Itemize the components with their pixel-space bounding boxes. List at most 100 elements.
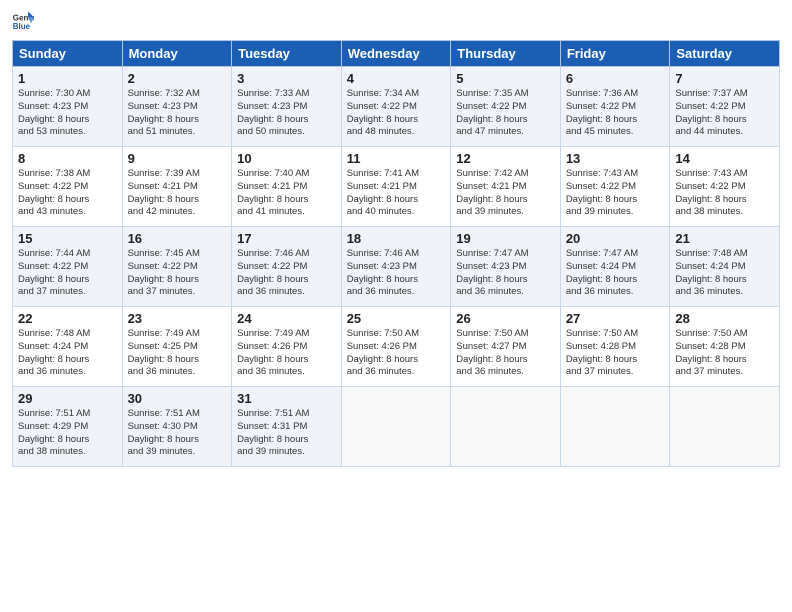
cell-data: Sunrise: 7:48 AM Sunset: 4:24 PM Dayligh… (18, 328, 117, 379)
cell-data: Sunrise: 7:36 AM Sunset: 4:22 PM Dayligh… (566, 88, 665, 139)
calendar-cell (451, 387, 561, 467)
day-number: 1 (18, 71, 117, 86)
day-number: 8 (18, 151, 117, 166)
calendar-table: SundayMondayTuesdayWednesdayThursdayFrid… (12, 40, 780, 467)
day-number: 14 (675, 151, 774, 166)
cell-data: Sunrise: 7:34 AM Sunset: 4:22 PM Dayligh… (347, 88, 446, 139)
calendar-cell: 9Sunrise: 7:39 AM Sunset: 4:21 PM Daylig… (122, 147, 232, 227)
col-header-sunday: Sunday (13, 41, 123, 67)
day-number: 5 (456, 71, 555, 86)
cell-data: Sunrise: 7:46 AM Sunset: 4:23 PM Dayligh… (347, 248, 446, 299)
col-header-tuesday: Tuesday (232, 41, 342, 67)
calendar-cell: 30 Sunrise: 7:51 AM Sunset: 4:30 PM Dayli… (122, 387, 232, 467)
calendar-cell: 26 Sunrise: 7:50 AM Sunset: 4:27 PM Dayli… (451, 307, 561, 387)
day-number: 7 (675, 71, 774, 86)
day-number: 26 (456, 311, 555, 326)
col-header-saturday: Saturday (670, 41, 780, 67)
cell-data: Sunrise: 7:50 AM Sunset: 4:26 PM Dayligh… (347, 328, 446, 379)
cell-data: Sunrise: 7:32 AM Sunset: 4:23 PM Dayligh… (128, 88, 227, 139)
calendar-cell: 20 Sunrise: 7:47 AM Sunset: 4:24 PM Dayli… (560, 227, 670, 307)
col-header-thursday: Thursday (451, 41, 561, 67)
calendar-cell: 17 Sunrise: 7:46 AM Sunset: 4:22 PM Dayli… (232, 227, 342, 307)
calendar-cell: 16 Sunrise: 7:45 AM Sunset: 4:22 PM Dayli… (122, 227, 232, 307)
calendar-cell: 29 Sunrise: 7:51 AM Sunset: 4:29 PM Dayli… (13, 387, 123, 467)
cell-data: Sunrise: 7:45 AM Sunset: 4:22 PM Dayligh… (128, 248, 227, 299)
cell-data: Sunrise: 7:50 AM Sunset: 4:28 PM Dayligh… (566, 328, 665, 379)
cell-data: Sunrise: 7:40 AM Sunset: 4:21 PM Dayligh… (237, 168, 336, 219)
calendar-cell (560, 387, 670, 467)
cell-data: Sunrise: 7:43 AM Sunset: 4:22 PM Dayligh… (675, 168, 774, 219)
calendar-cell: 4 Sunrise: 7:34 AM Sunset: 4:22 PM Daylig… (341, 67, 451, 147)
week-row-1: 1 Sunrise: 7:30 AM Sunset: 4:23 PM Daylig… (13, 67, 780, 147)
calendar-cell: 19 Sunrise: 7:47 AM Sunset: 4:23 PM Dayli… (451, 227, 561, 307)
week-row-5: 29 Sunrise: 7:51 AM Sunset: 4:29 PM Dayli… (13, 387, 780, 467)
calendar-cell: 2Sunrise: 7:32 AM Sunset: 4:23 PM Daylig… (122, 67, 232, 147)
day-number: 23 (128, 311, 227, 326)
calendar-cell: 7 Sunrise: 7:37 AM Sunset: 4:22 PM Daylig… (670, 67, 780, 147)
cell-data: Sunrise: 7:47 AM Sunset: 4:23 PM Dayligh… (456, 248, 555, 299)
day-number: 12 (456, 151, 555, 166)
day-number: 10 (237, 151, 336, 166)
cell-data: Sunrise: 7:50 AM Sunset: 4:28 PM Dayligh… (675, 328, 774, 379)
day-number: 27 (566, 311, 665, 326)
cell-data: Sunrise: 7:44 AM Sunset: 4:22 PM Dayligh… (18, 248, 117, 299)
week-row-4: 22 Sunrise: 7:48 AM Sunset: 4:24 PM Dayli… (13, 307, 780, 387)
day-number: 13 (566, 151, 665, 166)
day-number: 21 (675, 231, 774, 246)
calendar-cell: 5 Sunrise: 7:35 AM Sunset: 4:22 PM Daylig… (451, 67, 561, 147)
day-number: 11 (347, 151, 446, 166)
cell-data: Sunrise: 7:51 AM Sunset: 4:30 PM Dayligh… (128, 408, 227, 459)
day-number: 16 (128, 231, 227, 246)
day-number: 20 (566, 231, 665, 246)
calendar-cell: 8 Sunrise: 7:38 AM Sunset: 4:22 PM Daylig… (13, 147, 123, 227)
calendar-cell: 12 Sunrise: 7:42 AM Sunset: 4:21 PM Dayli… (451, 147, 561, 227)
calendar-cell: 24 Sunrise: 7:49 AM Sunset: 4:26 PM Dayli… (232, 307, 342, 387)
day-number: 31 (237, 391, 336, 406)
cell-data: Sunrise: 7:33 AM Sunset: 4:23 PM Dayligh… (237, 88, 336, 139)
cell-data: Sunrise: 7:48 AM Sunset: 4:24 PM Dayligh… (675, 248, 774, 299)
cell-data: Sunrise: 7:47 AM Sunset: 4:24 PM Dayligh… (566, 248, 665, 299)
calendar-cell: 21 Sunrise: 7:48 AM Sunset: 4:24 PM Dayli… (670, 227, 780, 307)
day-number: 28 (675, 311, 774, 326)
calendar-cell: 22 Sunrise: 7:48 AM Sunset: 4:24 PM Dayli… (13, 307, 123, 387)
week-row-3: 15Sunrise: 7:44 AM Sunset: 4:22 PM Dayli… (13, 227, 780, 307)
cell-data: Sunrise: 7:51 AM Sunset: 4:31 PM Dayligh… (237, 408, 336, 459)
calendar-cell (670, 387, 780, 467)
day-number: 3 (237, 71, 336, 86)
day-number: 19 (456, 231, 555, 246)
cell-data: Sunrise: 7:38 AM Sunset: 4:22 PM Dayligh… (18, 168, 117, 219)
calendar-cell: 13Sunrise: 7:43 AM Sunset: 4:22 PM Dayli… (560, 147, 670, 227)
day-number: 24 (237, 311, 336, 326)
cell-data: Sunrise: 7:49 AM Sunset: 4:26 PM Dayligh… (237, 328, 336, 379)
cell-data: Sunrise: 7:50 AM Sunset: 4:27 PM Dayligh… (456, 328, 555, 379)
cell-data: Sunrise: 7:49 AM Sunset: 4:25 PM Dayligh… (128, 328, 227, 379)
col-header-monday: Monday (122, 41, 232, 67)
cell-data: Sunrise: 7:30 AM Sunset: 4:23 PM Dayligh… (18, 88, 117, 139)
day-number: 29 (18, 391, 117, 406)
col-header-wednesday: Wednesday (341, 41, 451, 67)
calendar-cell: 18 Sunrise: 7:46 AM Sunset: 4:23 PM Dayli… (341, 227, 451, 307)
day-number: 4 (347, 71, 446, 86)
calendar-cell: 1 Sunrise: 7:30 AM Sunset: 4:23 PM Daylig… (13, 67, 123, 147)
calendar-cell: 3 Sunrise: 7:33 AM Sunset: 4:23 PM Daylig… (232, 67, 342, 147)
calendar-cell: 14 Sunrise: 7:43 AM Sunset: 4:22 PM Dayli… (670, 147, 780, 227)
svg-text:Blue: Blue (13, 22, 31, 31)
day-number: 25 (347, 311, 446, 326)
logo: General Blue (12, 10, 36, 32)
calendar-cell: 27 Sunrise: 7:50 AM Sunset: 4:28 PM Dayli… (560, 307, 670, 387)
cell-data: Sunrise: 7:51 AM Sunset: 4:29 PM Dayligh… (18, 408, 117, 459)
cell-data: Sunrise: 7:37 AM Sunset: 4:22 PM Dayligh… (675, 88, 774, 139)
cell-data: Sunrise: 7:35 AM Sunset: 4:22 PM Dayligh… (456, 88, 555, 139)
calendar-cell: 23 Sunrise: 7:49 AM Sunset: 4:25 PM Dayli… (122, 307, 232, 387)
calendar-cell: 28 Sunrise: 7:50 AM Sunset: 4:28 PM Dayli… (670, 307, 780, 387)
day-number: 17 (237, 231, 336, 246)
cell-data: Sunrise: 7:42 AM Sunset: 4:21 PM Dayligh… (456, 168, 555, 219)
day-number: 6 (566, 71, 665, 86)
col-header-friday: Friday (560, 41, 670, 67)
week-row-2: 8 Sunrise: 7:38 AM Sunset: 4:22 PM Daylig… (13, 147, 780, 227)
day-number: 22 (18, 311, 117, 326)
day-number: 18 (347, 231, 446, 246)
cell-data: Sunrise: 7:41 AM Sunset: 4:21 PM Dayligh… (347, 168, 446, 219)
cell-data: Sunrise: 7:46 AM Sunset: 4:22 PM Dayligh… (237, 248, 336, 299)
day-number: 30 (128, 391, 227, 406)
